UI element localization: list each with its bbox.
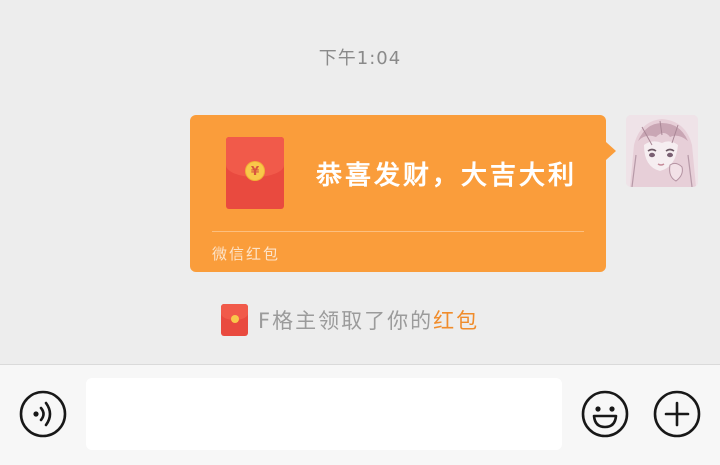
more-button[interactable] bbox=[653, 390, 701, 438]
message-timestamp: 下午1:04 bbox=[318, 48, 402, 69]
red-envelope-icon: ¥ bbox=[226, 137, 284, 209]
emoji-icon bbox=[581, 390, 629, 438]
red-packet-label: 微信红包 bbox=[212, 245, 281, 263]
anime-girl-avatar-icon bbox=[626, 115, 698, 187]
red-packet-greeting: 恭喜发财，大吉大利 bbox=[316, 161, 578, 191]
chat-screen: 下午1:04 ¥ 恭喜发财，大吉大利 微信红包 F格主领取了你的 红包 bbox=[0, 0, 720, 465]
small-envelope-coin bbox=[231, 315, 239, 323]
notice-text: F格主领取了你的 bbox=[258, 309, 434, 333]
emoji-button[interactable] bbox=[581, 390, 629, 438]
sender-avatar[interactable] bbox=[626, 115, 698, 187]
envelope-coin-icon: ¥ bbox=[246, 162, 264, 180]
bubble-tail bbox=[606, 142, 616, 160]
plus-circle-icon bbox=[653, 390, 701, 438]
red-packet-received-notice: F格主领取了你的 红包 bbox=[221, 304, 479, 336]
red-packet-link[interactable]: 红包 bbox=[433, 305, 479, 335]
voice-button[interactable] bbox=[19, 390, 67, 438]
red-packet-bubble[interactable]: ¥ 恭喜发财，大吉大利 微信红包 bbox=[190, 115, 606, 272]
voice-input-icon bbox=[19, 390, 67, 438]
bubble-divider bbox=[212, 231, 584, 232]
message-input[interactable] bbox=[86, 378, 562, 450]
small-red-envelope-icon bbox=[221, 304, 248, 336]
